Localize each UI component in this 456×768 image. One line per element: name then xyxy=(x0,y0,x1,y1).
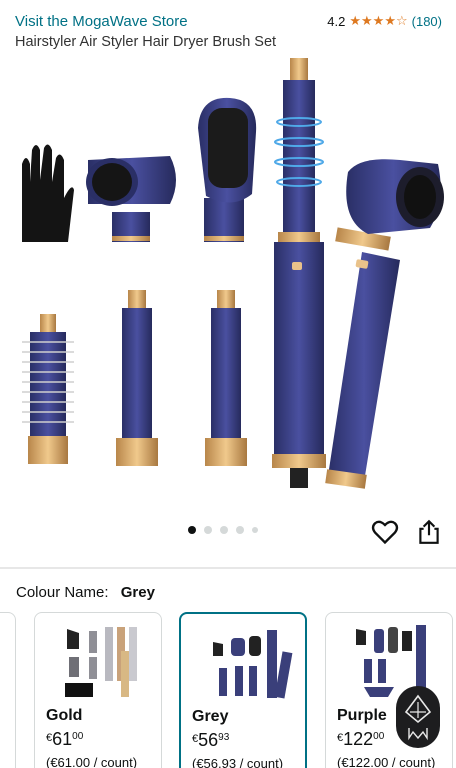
pagination-dot[interactable] xyxy=(204,526,212,534)
product-image[interactable] xyxy=(0,52,456,512)
rating-count[interactable]: (180) xyxy=(412,14,442,29)
pagination-dot[interactable] xyxy=(188,526,196,534)
rating-value: 4.2 xyxy=(327,13,346,29)
store-link[interactable]: Visit the MogaWave Store xyxy=(15,13,188,30)
pagination-dot[interactable] xyxy=(220,526,228,534)
price-fraction: 00 xyxy=(72,731,84,742)
swatch-price: € 122 00 xyxy=(337,729,384,750)
swatch-name: Grey xyxy=(192,708,229,725)
swatch-unit-price: (€56.93 / count) xyxy=(192,756,284,768)
colour-selector-label: Colour Name: Grey xyxy=(16,584,155,601)
pagination-dot[interactable] xyxy=(252,527,258,533)
round-brush-attachment xyxy=(22,314,74,464)
colour-selected-value: Grey xyxy=(120,584,155,601)
price-whole: 61 xyxy=(52,729,73,749)
section-divider xyxy=(0,567,456,569)
curler-attachment-right xyxy=(205,290,247,466)
price-fraction: 00 xyxy=(373,731,385,742)
swatch-thumbnail xyxy=(65,627,137,697)
rating[interactable]: 4.2 ★★★★☆ (180) xyxy=(327,13,442,29)
brand-logo-badge xyxy=(396,686,440,748)
curler-attachment-left xyxy=(116,290,158,466)
swatch-thumbnail xyxy=(213,630,293,699)
gallery-pagination[interactable] xyxy=(188,526,258,534)
swatch-price: € 61 00 xyxy=(46,729,83,750)
brush-attachment xyxy=(198,97,257,242)
price-whole: 122 xyxy=(343,729,374,749)
heart-icon[interactable] xyxy=(371,518,399,546)
swatch-unit-price: (€61.00 / count) xyxy=(46,755,138,768)
glove-accessory xyxy=(22,144,74,242)
share-icon[interactable] xyxy=(416,518,442,546)
pagination-dot[interactable] xyxy=(236,526,244,534)
concentrator-nozzle xyxy=(86,156,176,242)
swatch-grey[interactable]: Grey € 56 93 (€56.93 / count) xyxy=(179,612,307,768)
swatch-previous[interactable] xyxy=(0,612,16,768)
product-title: Hairstyler Air Styler Hair Dryer Brush S… xyxy=(15,34,277,50)
swatch-unit-price: (€122.00 / count) xyxy=(337,755,436,768)
rating-stars: ★★★★☆ xyxy=(349,13,408,28)
swatch-name: Purple xyxy=(337,707,387,724)
air-styler-wand xyxy=(272,58,326,488)
colour-label: Colour Name: xyxy=(16,584,109,601)
hair-dryer xyxy=(325,159,444,489)
swatch-price: € 56 93 xyxy=(192,730,229,751)
price-fraction: 93 xyxy=(218,732,230,743)
swatch-gold[interactable]: Gold € 61 00 (€61.00 / count) xyxy=(34,612,162,768)
swatch-name: Gold xyxy=(46,707,83,724)
price-whole: 56 xyxy=(198,730,219,750)
